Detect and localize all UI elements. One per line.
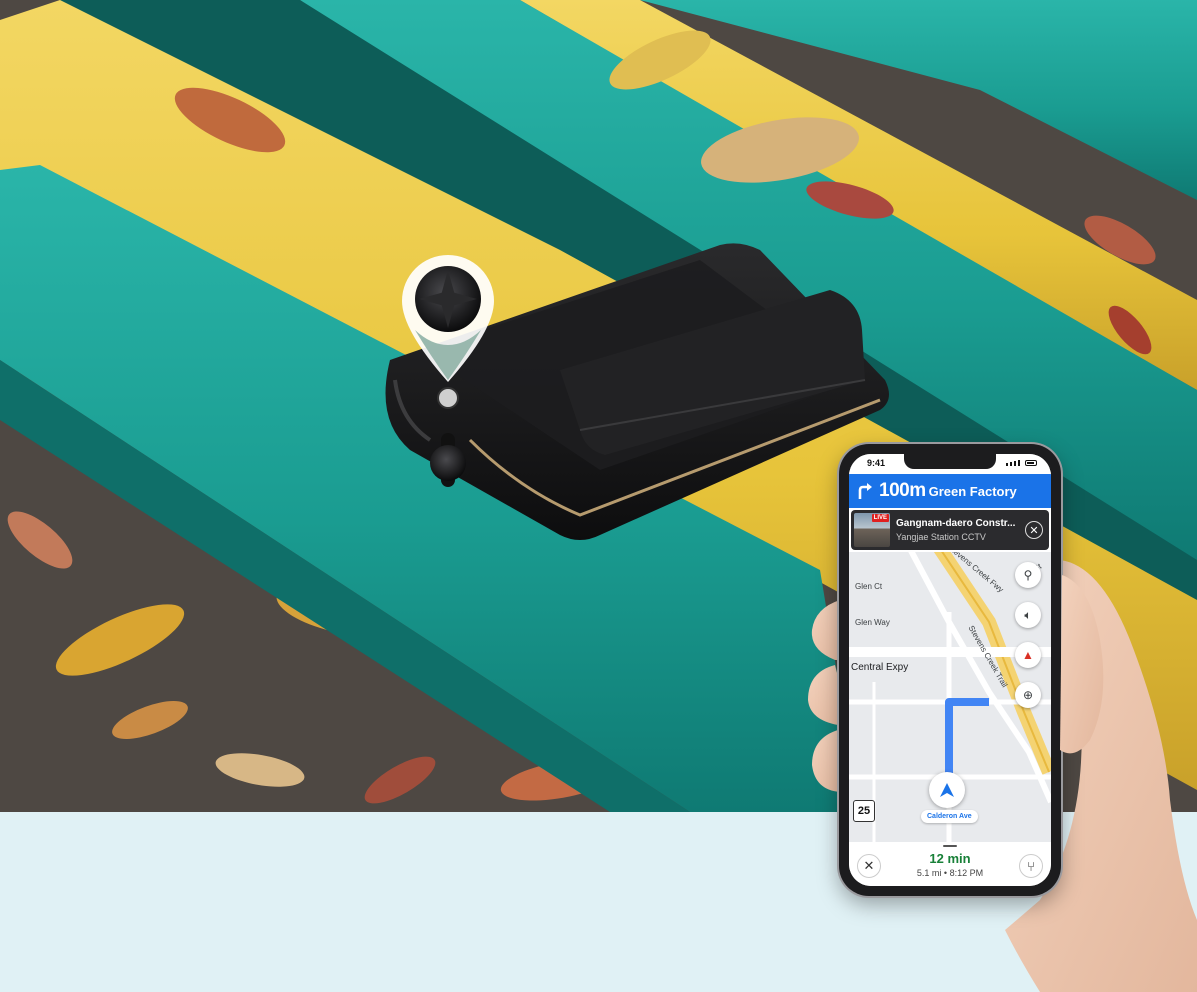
status-icons	[1006, 460, 1037, 466]
cctv-title: Gangnam-daero Constr...	[896, 518, 1016, 529]
signal-bar	[1018, 460, 1020, 466]
phone-notch	[904, 454, 996, 469]
smartphone: 9:41 100m Green Factory LIVE Gangnam-dae…	[839, 444, 1061, 896]
speed-limit-sign: 25	[853, 800, 875, 822]
status-time: 9:41	[867, 458, 886, 468]
signal-icon	[1006, 463, 1008, 466]
exit-navigation-button[interactable]: ✕	[857, 854, 881, 878]
cctv-text: Gangnam-daero Constr... Yangjae Station …	[896, 518, 1025, 542]
map-label-glen-way: Glen Way	[855, 618, 890, 627]
search-icon[interactable]: ⚲	[1015, 562, 1041, 588]
live-badge: LIVE	[871, 514, 889, 522]
signal-bar	[1014, 461, 1016, 466]
sound-icon[interactable]: 🔈︎	[1015, 602, 1041, 628]
nav-distance: 100m	[879, 480, 926, 501]
cctv-card[interactable]: LIVE Gangnam-daero Constr... Yangjae Sta…	[851, 510, 1049, 550]
map-view[interactable]: Glen Ct Stevens Creek Fwy Easy St Glen W…	[849, 552, 1051, 842]
alternate-routes-icon[interactable]: ⑂	[1019, 854, 1043, 878]
current-location-icon	[929, 772, 965, 808]
turn-right-arrow-icon	[858, 483, 872, 499]
navigation-banner[interactable]: 100m Green Factory	[849, 474, 1051, 508]
cctv-thumbnail: LIVE	[854, 513, 890, 547]
compass-icon[interactable]: ▲	[1015, 642, 1041, 668]
phone-screen: 9:41 100m Green Factory LIVE Gangnam-dae…	[849, 454, 1051, 886]
drag-handle[interactable]	[943, 845, 957, 847]
eta-details: 5.1 mi • 8:12 PM	[916, 868, 984, 878]
add-report-icon[interactable]: ⊕	[1015, 682, 1041, 708]
cctv-subtitle: Yangjae Station CCTV	[896, 532, 986, 542]
battery-icon	[1025, 460, 1037, 466]
current-street-label: Calderon Ave	[921, 810, 978, 823]
close-icon[interactable]: ✕	[1025, 521, 1043, 539]
trip-summary-bar: ✕ 12 min 5.1 mi • 8:12 PM ⑂	[849, 842, 1051, 886]
signal-bar	[1010, 462, 1012, 466]
eta-block[interactable]: 12 min 5.1 mi • 8:12 PM	[899, 851, 1001, 878]
map-label-central-expy: Central Expy	[851, 662, 909, 673]
map-label-glen-ct: Glen Ct	[855, 582, 883, 591]
nav-street: Green Factory	[928, 483, 1017, 499]
eta-time: 12 min	[929, 851, 971, 866]
